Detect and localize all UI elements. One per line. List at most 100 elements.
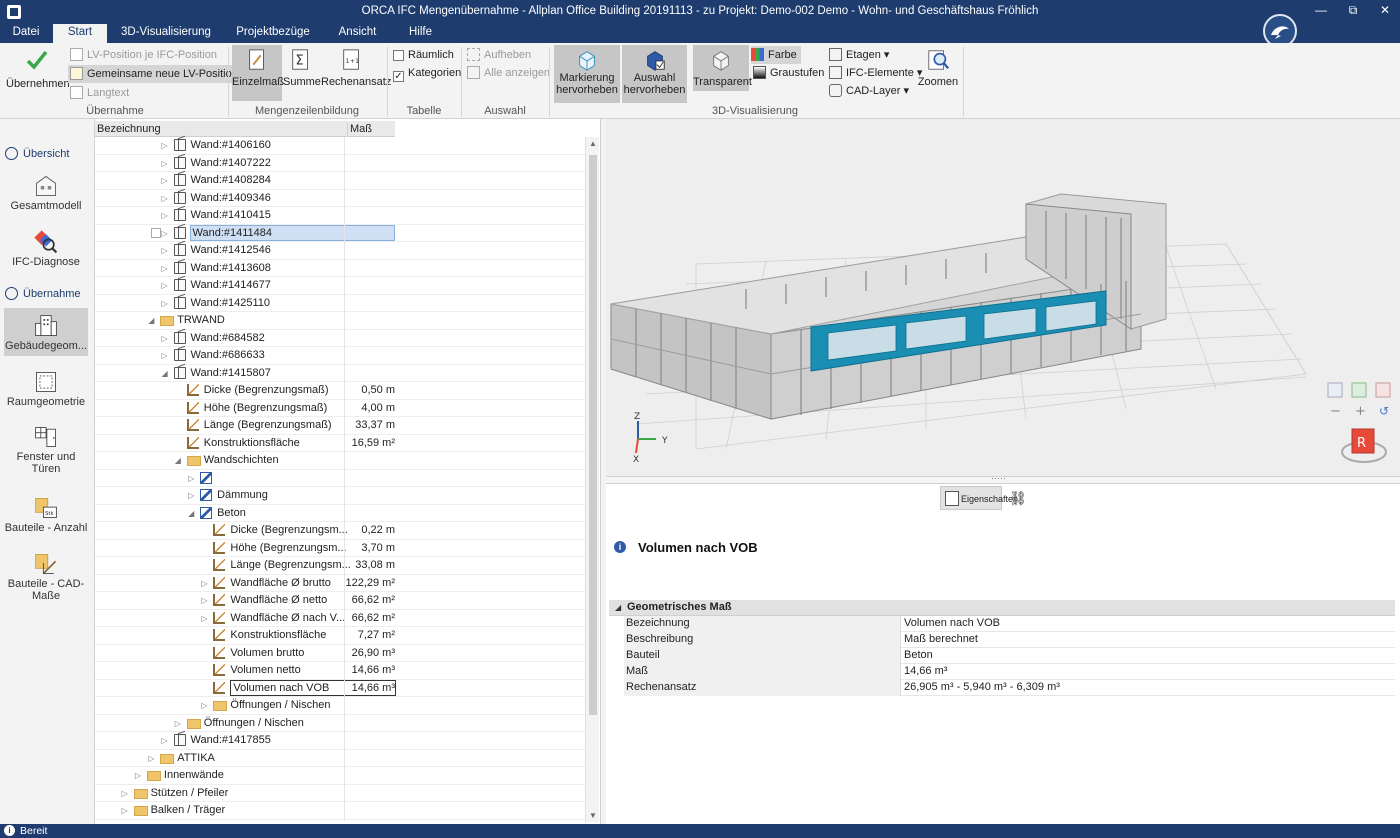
3d-model-render[interactable]: Z Y X − + ↺ R bbox=[606, 119, 1400, 476]
tree-row[interactable]: Volumen nach VOB 14,66 m³ bbox=[95, 679, 585, 697]
tree-row[interactable]: ▷ Wand:#1408284 bbox=[95, 172, 585, 190]
tree-row[interactable]: ▷ Wand:#1407222 bbox=[95, 154, 585, 172]
langtext-button[interactable]: Langtext bbox=[70, 84, 129, 102]
view-cube-front-icon[interactable] bbox=[1327, 382, 1343, 398]
tree-row[interactable]: ◢ Wand:#1415807 bbox=[95, 364, 585, 382]
panel-splitter[interactable]: ····· bbox=[606, 473, 1400, 484]
expand-arrow-icon[interactable]: ▷ bbox=[188, 491, 196, 500]
nav-bauteile-cad[interactable]: Bauteile - CAD- Maße bbox=[4, 549, 88, 607]
auswahl-hervorheben-button[interactable]: Auswahl hervorheben bbox=[622, 45, 687, 103]
collapse-arrow-icon[interactable]: ◢ bbox=[188, 509, 196, 518]
alle-anzeigen-button[interactable]: Alle anzeigen bbox=[467, 64, 550, 82]
link-icon[interactable]: ⛓ bbox=[1004, 486, 1032, 510]
tab-datei[interactable]: Datei bbox=[0, 24, 52, 43]
collapse-arrow-icon[interactable]: ◢ bbox=[162, 369, 170, 378]
zoomen-button[interactable]: Zoomen bbox=[917, 45, 959, 88]
tree-row[interactable]: ▷ Balken / Träger bbox=[95, 802, 585, 820]
tree-row[interactable]: Konstruktionsfläche 7,27 m² bbox=[95, 627, 585, 645]
tree-row[interactable]: ▷ Wand:#1413608 bbox=[95, 259, 585, 277]
view-cube-side-icon[interactable] bbox=[1351, 382, 1367, 398]
expand-arrow-icon[interactable]: ▷ bbox=[122, 789, 130, 798]
scrollbar-thumb[interactable] bbox=[589, 155, 597, 715]
zoom-in-icon[interactable]: + bbox=[1355, 404, 1366, 419]
tree-row[interactable]: ▷ Wand:#1409346 bbox=[95, 189, 585, 207]
tab-projektbezuege[interactable]: Projektbezüge bbox=[228, 24, 318, 43]
nav-bauteile-anzahl[interactable]: Stk Bauteile - Anzahl bbox=[4, 493, 88, 539]
tab-ansicht[interactable]: Ansicht bbox=[330, 24, 385, 43]
tree-row[interactable]: ▷ Öffnungen / Nischen bbox=[95, 697, 585, 715]
kategorien-checkbox[interactable]: ✓ Kategorien bbox=[393, 64, 461, 82]
rechenansatz-button[interactable]: 1+1 Rechenansatz bbox=[321, 45, 391, 88]
tab-hilfe[interactable]: Hilfe bbox=[398, 24, 443, 43]
restore-button[interactable]: ⧉ bbox=[1346, 3, 1360, 18]
expand-arrow-icon[interactable]: ▷ bbox=[162, 264, 170, 273]
close-button[interactable]: ✕ bbox=[1378, 3, 1392, 18]
tree-row[interactable]: ▷ Wand:#1425110 bbox=[95, 294, 585, 312]
tree-row[interactable]: ◢ TRWAND bbox=[95, 312, 585, 330]
tree-row[interactable]: Höhe (Begrenzungsm... 3,70 m bbox=[95, 539, 585, 557]
tree-row[interactable]: Länge (Begrenzungsmaß) 33,37 m bbox=[95, 417, 585, 435]
graustufen-button[interactable]: Graustufen bbox=[753, 64, 824, 82]
column-header-bezeichnung[interactable]: Bezeichnung bbox=[97, 123, 161, 135]
tree-scrollbar[interactable]: ▲ ▼ bbox=[585, 137, 599, 822]
nav-fenster-tueren[interactable]: Fenster und Türen bbox=[4, 422, 88, 480]
expand-arrow-icon[interactable]: ▷ bbox=[162, 334, 170, 343]
tree-row[interactable]: ▷ Wand:#1417855 bbox=[95, 732, 585, 750]
expand-arrow-icon[interactable]: ▷ bbox=[175, 719, 183, 728]
scroll-down-arrow-icon[interactable]: ▼ bbox=[588, 811, 598, 820]
tree-row[interactable]: ▷ Wand:#684582 bbox=[95, 329, 585, 347]
property-row[interactable]: Rechenansatz 26,905 m³ - 5,940 m³ - 6,309… bbox=[624, 680, 1395, 696]
collapse-arrow-icon[interactable]: ◢ bbox=[175, 456, 183, 465]
tree-row[interactable]: Konstruktionsfläche 16,59 m² bbox=[95, 434, 585, 452]
expand-arrow-icon[interactable]: ▷ bbox=[162, 299, 170, 308]
tab-start[interactable]: Start bbox=[53, 24, 107, 43]
expand-arrow-icon[interactable]: ▷ bbox=[162, 229, 170, 238]
tree-row[interactable]: Länge (Begrenzungsm... 33,08 m bbox=[95, 557, 585, 575]
nav-gebaeudegeometrie[interactable]: Gebäudegeom... bbox=[4, 308, 88, 356]
expand-arrow-icon[interactable]: ▷ bbox=[135, 771, 143, 780]
tree-row[interactable]: Volumen netto 14,66 m³ bbox=[95, 662, 585, 680]
expand-arrow-icon[interactable]: ▷ bbox=[201, 614, 209, 623]
tab-eigenschaften[interactable]: Eigenschaften bbox=[940, 486, 1018, 510]
tree-row[interactable]: ▷ Wandfläche Ø brutto 122,29 m² bbox=[95, 574, 585, 592]
expand-arrow-icon[interactable]: ▷ bbox=[162, 211, 170, 220]
tree-row[interactable]: ▷ Innenwände bbox=[95, 767, 585, 785]
summe-button[interactable]: Σ Summe bbox=[283, 45, 321, 88]
tree-row[interactable]: ▷ Dämmung bbox=[95, 487, 585, 505]
view-cube-top-icon[interactable] bbox=[1375, 382, 1391, 398]
markierung-hervorheben-button[interactable]: Markierung hervorheben bbox=[554, 45, 620, 103]
tree-row[interactable]: ▷ Wandfläche Ø nach V... 66,62 m² bbox=[95, 609, 585, 627]
tree-row[interactable]: Dicke (Begrenzungsm... 0,22 m bbox=[95, 522, 585, 540]
tree-row[interactable]: ▷ Wand:#1410415 bbox=[95, 207, 585, 225]
cad-layer-dropdown[interactable]: CAD-Layer ▾ bbox=[829, 82, 909, 100]
expand-arrow-icon[interactable]: ▷ bbox=[188, 474, 196, 483]
tree-row[interactable]: ▷ Stützen / Pfeiler bbox=[95, 784, 585, 802]
expand-arrow-icon[interactable]: ▷ bbox=[162, 176, 170, 185]
property-row[interactable]: Bauteil Beton bbox=[624, 648, 1395, 664]
tree-row[interactable]: ▷ Öffnungen / Nischen bbox=[95, 714, 585, 732]
tree-row[interactable]: ▷ ATTIKA bbox=[95, 749, 585, 767]
uebernehmen-button[interactable]: Übernehmen bbox=[6, 45, 70, 90]
expand-arrow-icon[interactable]: ▷ bbox=[148, 754, 156, 763]
einzelmass-button[interactable]: Einzelmaß bbox=[232, 45, 284, 101]
expand-arrow-icon[interactable]: ▷ bbox=[122, 806, 130, 815]
row-checkbox[interactable] bbox=[151, 225, 161, 243]
expand-arrow-icon[interactable]: ▷ bbox=[162, 736, 170, 745]
nav-raumgeometrie[interactable]: Raumgeometrie bbox=[4, 367, 88, 413]
nav-gesamtmodell[interactable]: Gesamtmodell bbox=[4, 171, 88, 217]
column-header-mass[interactable]: Maß bbox=[347, 123, 372, 137]
minimize-button[interactable]: — bbox=[1314, 3, 1328, 18]
ifc-elemente-dropdown[interactable]: IFC-Elemente ▾ bbox=[829, 64, 922, 82]
expand-arrow-icon[interactable]: ▷ bbox=[201, 579, 209, 588]
3d-viewport[interactable]: Z Y X − + ↺ R bbox=[606, 119, 1400, 476]
expand-arrow-icon[interactable]: ▷ bbox=[162, 281, 170, 290]
transparent-button[interactable]: Transparent bbox=[693, 45, 752, 91]
collapse-arrow-icon[interactable]: ◢ bbox=[148, 316, 156, 325]
property-row[interactable]: Maß 14,66 m³ bbox=[624, 664, 1395, 680]
aufheben-button[interactable]: Aufheben bbox=[467, 46, 531, 64]
tree-row[interactable]: ▷ Wand:#1412546 bbox=[95, 242, 585, 260]
nav-ifc-diagnose[interactable]: IFC-Diagnose bbox=[4, 227, 88, 273]
tree-row[interactable]: ▷ Wand:#1411484 bbox=[95, 224, 585, 242]
lv-je-ifc-button[interactable]: LV-Position je IFC-Position bbox=[70, 46, 217, 64]
gemeinsame-lv-button[interactable]: Gemeinsame neue LV-Position bbox=[68, 65, 242, 83]
